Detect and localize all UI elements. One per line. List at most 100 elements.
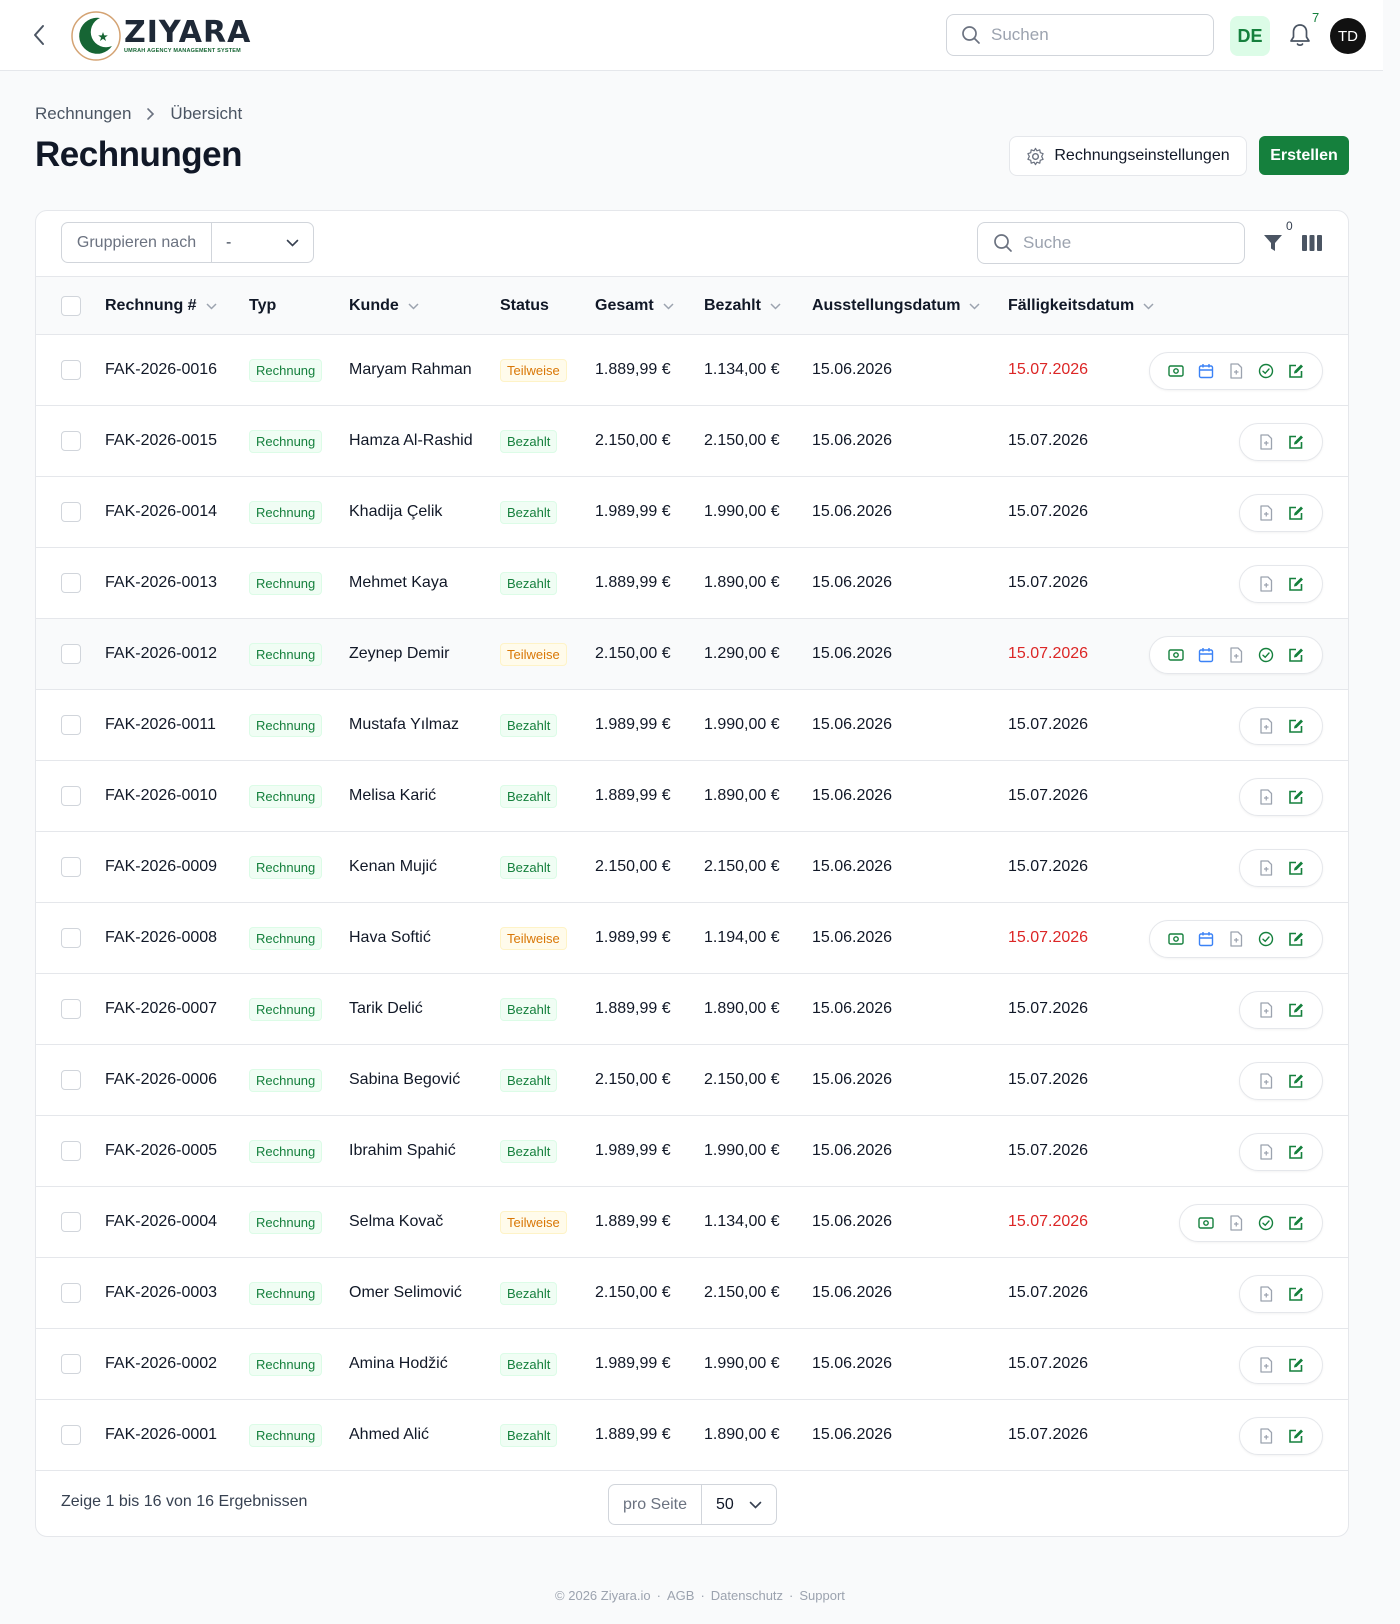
edit-action[interactable]	[1281, 853, 1311, 883]
global-search[interactable]	[946, 14, 1214, 56]
check-circle-action[interactable]	[1251, 924, 1281, 954]
table-row[interactable]: FAK-2026-0005 Rechnung Ibrahim Spahić Be…	[36, 1116, 1348, 1187]
back-button[interactable]	[26, 22, 52, 48]
table-row[interactable]: FAK-2026-0001 Rechnung Ahmed Alić Bezahl…	[36, 1400, 1348, 1471]
columns-button[interactable]	[1300, 231, 1324, 255]
document-action[interactable]	[1251, 782, 1281, 812]
money-action[interactable]	[1191, 1208, 1221, 1238]
document-action[interactable]	[1221, 1208, 1251, 1238]
edit-action[interactable]	[1281, 995, 1311, 1025]
invoice-number[interactable]: FAK-2026-0007	[105, 974, 217, 1044]
table-row[interactable]: FAK-2026-0003 Rechnung Omer Selimović Be…	[36, 1258, 1348, 1329]
per-page-select[interactable]: 50	[702, 1485, 776, 1524]
money-action[interactable]	[1161, 356, 1191, 386]
edit-action[interactable]	[1281, 569, 1311, 599]
footer-link-terms[interactable]: AGB	[667, 1588, 694, 1603]
calendar-action[interactable]	[1191, 356, 1221, 386]
invoice-number[interactable]: FAK-2026-0001	[105, 1400, 217, 1470]
row-checkbox[interactable]	[61, 1212, 81, 1232]
invoice-number[interactable]: FAK-2026-0014	[105, 477, 217, 547]
invoice-number[interactable]: FAK-2026-0003	[105, 1258, 217, 1328]
document-action[interactable]	[1221, 356, 1251, 386]
row-checkbox[interactable]	[61, 857, 81, 877]
row-checkbox[interactable]	[61, 999, 81, 1019]
invoice-settings-button[interactable]: Rechnungseinstellungen	[1009, 136, 1247, 176]
table-row[interactable]: FAK-2026-0015 Rechnung Hamza Al-Rashid B…	[36, 406, 1348, 477]
edit-action[interactable]	[1281, 356, 1311, 386]
table-row[interactable]: FAK-2026-0014 Rechnung Khadija Çelik Bez…	[36, 477, 1348, 548]
table-row[interactable]: FAK-2026-0012 Rechnung Zeynep Demir Teil…	[36, 619, 1348, 690]
document-action[interactable]	[1251, 995, 1281, 1025]
row-checkbox[interactable]	[61, 1425, 81, 1445]
invoice-number[interactable]: FAK-2026-0015	[105, 406, 217, 476]
invoice-number[interactable]: FAK-2026-0010	[105, 761, 217, 831]
document-action[interactable]	[1251, 1421, 1281, 1451]
per-page-control[interactable]: pro Seite 50	[608, 1484, 777, 1525]
row-checkbox[interactable]	[61, 360, 81, 380]
table-row[interactable]: FAK-2026-0004 Rechnung Selma Kovač Teilw…	[36, 1187, 1348, 1258]
row-checkbox[interactable]	[61, 786, 81, 806]
table-row[interactable]: FAK-2026-0007 Rechnung Tarik Delić Bezah…	[36, 974, 1348, 1045]
calendar-action[interactable]	[1191, 640, 1221, 670]
row-checkbox[interactable]	[61, 573, 81, 593]
check-circle-action[interactable]	[1251, 356, 1281, 386]
document-action[interactable]	[1251, 569, 1281, 599]
col-invoice-number[interactable]: Rechnung #	[105, 277, 217, 335]
group-by-select[interactable]: -	[212, 223, 313, 262]
avatar[interactable]: TD	[1330, 18, 1366, 54]
language-switch[interactable]: DE	[1230, 16, 1270, 56]
document-action[interactable]	[1251, 1066, 1281, 1096]
edit-action[interactable]	[1281, 924, 1311, 954]
logo[interactable]: ZIYARA UMRAH AGENCY MANAGEMENT SYSTEM	[70, 9, 251, 63]
edit-action[interactable]	[1281, 1066, 1311, 1096]
document-action[interactable]	[1251, 427, 1281, 457]
edit-action[interactable]	[1281, 1208, 1311, 1238]
table-row[interactable]: FAK-2026-0002 Rechnung Amina Hodžić Beza…	[36, 1329, 1348, 1400]
invoice-number[interactable]: FAK-2026-0009	[105, 832, 217, 902]
notifications-button[interactable]	[1285, 20, 1315, 50]
calendar-action[interactable]	[1191, 924, 1221, 954]
select-all-checkbox[interactable]	[61, 296, 81, 316]
invoice-number[interactable]: FAK-2026-0008	[105, 903, 217, 973]
check-circle-action[interactable]	[1251, 1208, 1281, 1238]
invoice-number[interactable]: FAK-2026-0004	[105, 1187, 217, 1257]
group-by-control[interactable]: Gruppieren nach -	[61, 222, 314, 263]
col-customer[interactable]: Kunde	[349, 277, 419, 335]
document-action[interactable]	[1251, 1137, 1281, 1167]
document-action[interactable]	[1221, 640, 1251, 670]
check-circle-action[interactable]	[1251, 640, 1281, 670]
invoice-number[interactable]: FAK-2026-0005	[105, 1116, 217, 1186]
invoice-number[interactable]: FAK-2026-0002	[105, 1329, 217, 1399]
col-paid[interactable]: Bezahlt	[704, 277, 781, 335]
table-row[interactable]: FAK-2026-0011 Rechnung Mustafa Yılmaz Be…	[36, 690, 1348, 761]
row-checkbox[interactable]	[61, 644, 81, 664]
edit-action[interactable]	[1281, 782, 1311, 812]
invoice-number[interactable]: FAK-2026-0016	[105, 335, 217, 405]
row-checkbox[interactable]	[61, 1070, 81, 1090]
invoice-number[interactable]: FAK-2026-0011	[105, 690, 216, 760]
col-total[interactable]: Gesamt	[595, 277, 674, 335]
col-issue-date[interactable]: Ausstellungsdatum	[812, 277, 980, 335]
money-action[interactable]	[1161, 924, 1191, 954]
table-row[interactable]: FAK-2026-0013 Rechnung Mehmet Kaya Bezah…	[36, 548, 1348, 619]
table-row[interactable]: FAK-2026-0008 Rechnung Hava Softić Teilw…	[36, 903, 1348, 974]
edit-action[interactable]	[1281, 1137, 1311, 1167]
table-row[interactable]: FAK-2026-0009 Rechnung Kenan Mujić Bezah…	[36, 832, 1348, 903]
row-checkbox[interactable]	[61, 502, 81, 522]
row-checkbox[interactable]	[61, 928, 81, 948]
row-checkbox[interactable]	[61, 1283, 81, 1303]
document-action[interactable]	[1251, 853, 1281, 883]
edit-action[interactable]	[1281, 711, 1311, 741]
edit-action[interactable]	[1281, 1350, 1311, 1380]
col-due-date[interactable]: Fälligkeitsdatum	[1008, 277, 1154, 335]
footer-link-support[interactable]: Support	[799, 1588, 845, 1603]
create-button[interactable]: Erstellen	[1259, 136, 1349, 175]
edit-action[interactable]	[1281, 1279, 1311, 1309]
document-action[interactable]	[1251, 1350, 1281, 1380]
global-search-input[interactable]	[991, 25, 1191, 45]
edit-action[interactable]	[1281, 427, 1311, 457]
money-action[interactable]	[1161, 640, 1191, 670]
invoice-number[interactable]: FAK-2026-0013	[105, 548, 217, 618]
edit-action[interactable]	[1281, 498, 1311, 528]
table-search-input[interactable]	[1023, 233, 1223, 253]
